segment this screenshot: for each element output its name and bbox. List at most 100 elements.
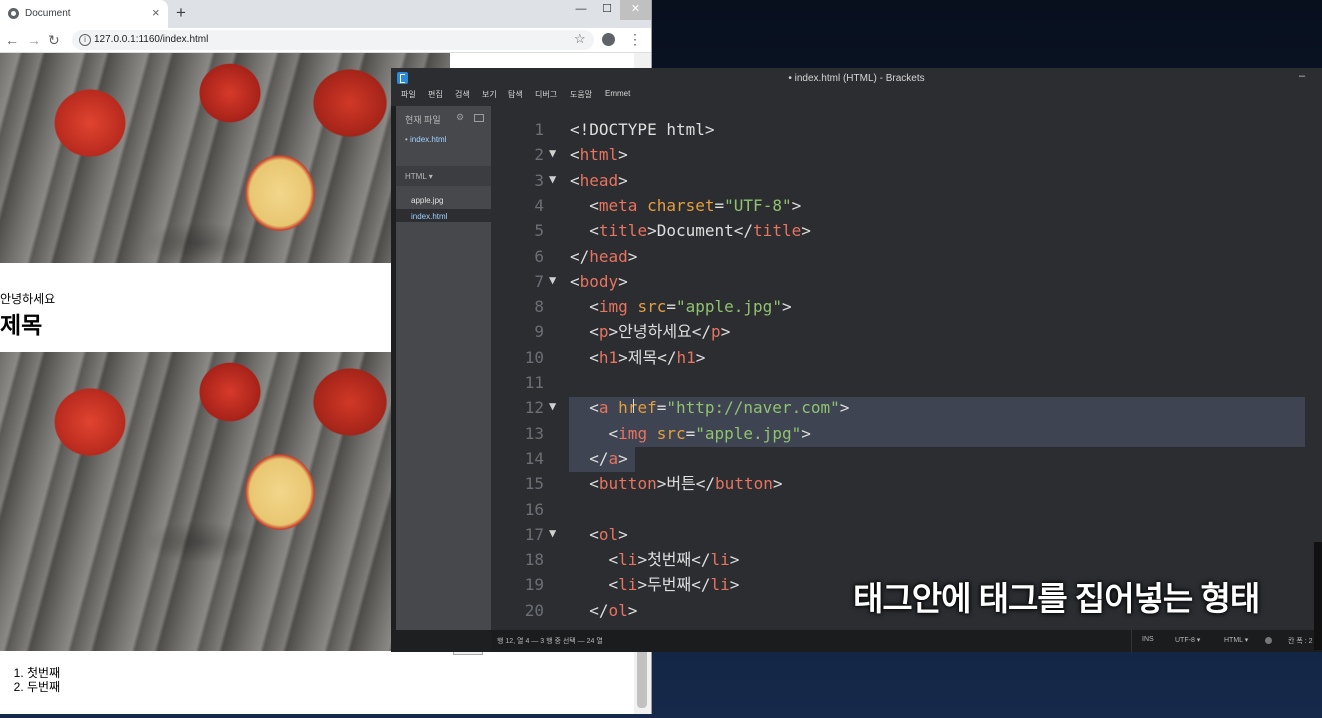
code-line[interactable]: 11	[491, 370, 1322, 395]
code-token: li	[710, 550, 730, 570]
forward-button[interactable]: →	[27, 31, 41, 49]
menu-navigate[interactable]: 탐색	[508, 89, 523, 100]
code-token: >	[695, 347, 706, 367]
minimize-button[interactable]: –	[1299, 70, 1305, 82]
code-text: </head>	[570, 244, 637, 269]
code-token: head	[579, 170, 619, 190]
split-view-icon[interactable]	[474, 114, 484, 122]
code-line[interactable]: 12 ▼ <a href="http://naver.com">	[491, 395, 1322, 420]
new-tab-button[interactable]: +	[176, 3, 186, 23]
working-file-item[interactable]: index.html	[405, 135, 446, 144]
code-text: <meta charset="UTF-8">	[570, 193, 801, 218]
ordered-list: 첫번째 두번째	[0, 666, 60, 694]
code-line[interactable]: 7 ▼ <body>	[491, 269, 1322, 294]
code-line[interactable]: 13 <img src="apple.jpg">	[491, 421, 1322, 446]
code-line[interactable]: 16	[491, 497, 1322, 522]
page-heading: 제목	[0, 312, 43, 338]
reload-button[interactable]: ↻	[48, 31, 60, 49]
code-line[interactable]: 18 <li>첫번째</li>	[491, 547, 1322, 572]
code-token: >	[618, 271, 628, 291]
menu-file[interactable]: 파일	[401, 89, 416, 100]
star-icon[interactable]: ☆	[574, 31, 586, 47]
code-token: >첫번째</	[637, 550, 711, 570]
code-text: </ol>	[570, 598, 637, 623]
fold-toggle-icon[interactable]: ▼	[549, 395, 556, 417]
code-line[interactable]: 5 <title>Document</title>	[491, 218, 1322, 243]
line-number: 8	[534, 297, 544, 317]
back-button[interactable]: ←	[5, 31, 19, 49]
menu-help[interactable]: 도움말	[570, 89, 592, 100]
close-icon[interactable]: ×	[152, 5, 160, 21]
code-token: src	[637, 297, 667, 317]
code-token: "apple.jpg"	[695, 423, 802, 443]
address-bar[interactable]: i 127.0.0.1:1160/index.html ☆	[72, 30, 594, 50]
info-icon[interactable]: i	[79, 34, 91, 46]
url-text[interactable]: 127.0.0.1:1160/index.html	[94, 34, 208, 45]
apple-image-link[interactable]	[0, 352, 450, 651]
code-token: >	[618, 448, 628, 468]
maximize-button[interactable]: ☐	[594, 0, 620, 20]
code-line[interactable]: 1 <!DOCTYPE html>	[491, 117, 1322, 142]
code-line[interactable]: 17 ▼ <ol>	[491, 522, 1322, 547]
code-token: <!DOCTYPE html>	[570, 120, 715, 139]
fold-toggle-icon[interactable]: ▼	[549, 269, 556, 291]
code-line[interactable]: 8 <img src="apple.jpg">	[491, 294, 1322, 319]
file-tree-item[interactable]: apple.jpg	[411, 196, 443, 205]
lint-status-icon[interactable]	[1265, 637, 1272, 644]
code-token: head	[589, 246, 628, 266]
gear-icon[interactable]: ⚙	[456, 112, 464, 123]
tab-document[interactable]: Document ×	[0, 0, 168, 28]
code-token: <	[570, 550, 619, 570]
code-token: li	[618, 550, 638, 570]
menu-edit[interactable]: 편집	[428, 89, 443, 100]
fold-toggle-icon[interactable]: ▼	[549, 522, 556, 544]
indent-setting[interactable]: 칸 폭 : 2	[1288, 636, 1313, 646]
insert-mode[interactable]: INS	[1142, 636, 1154, 643]
encoding-select[interactable]: UTF-8 ▾	[1175, 636, 1200, 644]
code-token: >안녕하세요</	[608, 322, 712, 342]
code-line[interactable]: 15 <button>버튼</button>	[491, 471, 1322, 496]
code-line[interactable]: 4 <meta charset="UTF-8">	[491, 193, 1322, 218]
language-select[interactable]: HTML ▾	[1224, 636, 1248, 644]
menu-icon[interactable]: ⋮	[628, 31, 642, 47]
code-token: src	[656, 423, 686, 443]
code-line[interactable]: 6 </head>	[491, 244, 1322, 269]
code-line[interactable]: 2 ▼ <html>	[491, 142, 1322, 167]
code-token: button	[715, 474, 773, 494]
code-text: <h1>제목</h1>	[570, 345, 705, 370]
code-token: img	[618, 423, 657, 443]
sidebar: 현재 파일 ⚙ index.html HTML ▾ apple.jpg inde…	[396, 106, 491, 630]
minimize-button[interactable]: —	[568, 0, 594, 20]
status-bar: 행 12, 열 4 — 3 행 중 선택 — 24 열 INS UTF-8 ▾ …	[491, 630, 1322, 652]
code-token: >두번째</	[637, 575, 711, 595]
code-token: h1	[598, 347, 619, 367]
code-token: >버튼</	[656, 474, 716, 494]
code-token: <	[570, 474, 599, 494]
fold-toggle-icon[interactable]: ▼	[549, 168, 556, 190]
menu-emmet[interactable]: Emmet	[605, 89, 630, 98]
code-text: <img src="apple.jpg">	[570, 421, 811, 446]
code-editor[interactable]: 1 <!DOCTYPE html> 2 ▼ <html> 3 ▼ <head> 4 <meta …	[491, 106, 1322, 630]
code-token: >	[618, 524, 628, 544]
menu-debug[interactable]: 디버그	[535, 89, 557, 100]
working-files-header: 현재 파일	[405, 115, 441, 125]
code-line[interactable]: 9 <p>안녕하세요</p>	[491, 319, 1322, 344]
code-token: <	[570, 423, 619, 443]
line-number: 10	[524, 347, 544, 367]
code-line[interactable]: 3 ▼ <head>	[491, 168, 1322, 193]
file-tree-item[interactable]: index.html	[411, 212, 447, 221]
text-cursor	[633, 399, 634, 413]
code-line[interactable]: 14 </a>	[491, 446, 1322, 471]
code-text: <head>	[570, 168, 628, 193]
menu-find[interactable]: 검색	[455, 89, 470, 100]
tab-strip: Document × + — ☐ ✕	[0, 0, 651, 28]
account-icon[interactable]	[602, 33, 615, 46]
code-token: >Document</	[647, 221, 754, 241]
editor-scrollbar[interactable]	[1314, 542, 1322, 650]
project-dropdown[interactable]: HTML ▾	[405, 172, 433, 181]
fold-toggle-icon[interactable]: ▼	[549, 142, 556, 164]
code-line[interactable]: 10 <h1>제목</h1>	[491, 345, 1322, 370]
menu-view[interactable]: 보기	[482, 89, 497, 100]
window-close-button[interactable]: ✕	[620, 0, 651, 20]
code-text: <li>첫번째</li>	[570, 547, 740, 572]
